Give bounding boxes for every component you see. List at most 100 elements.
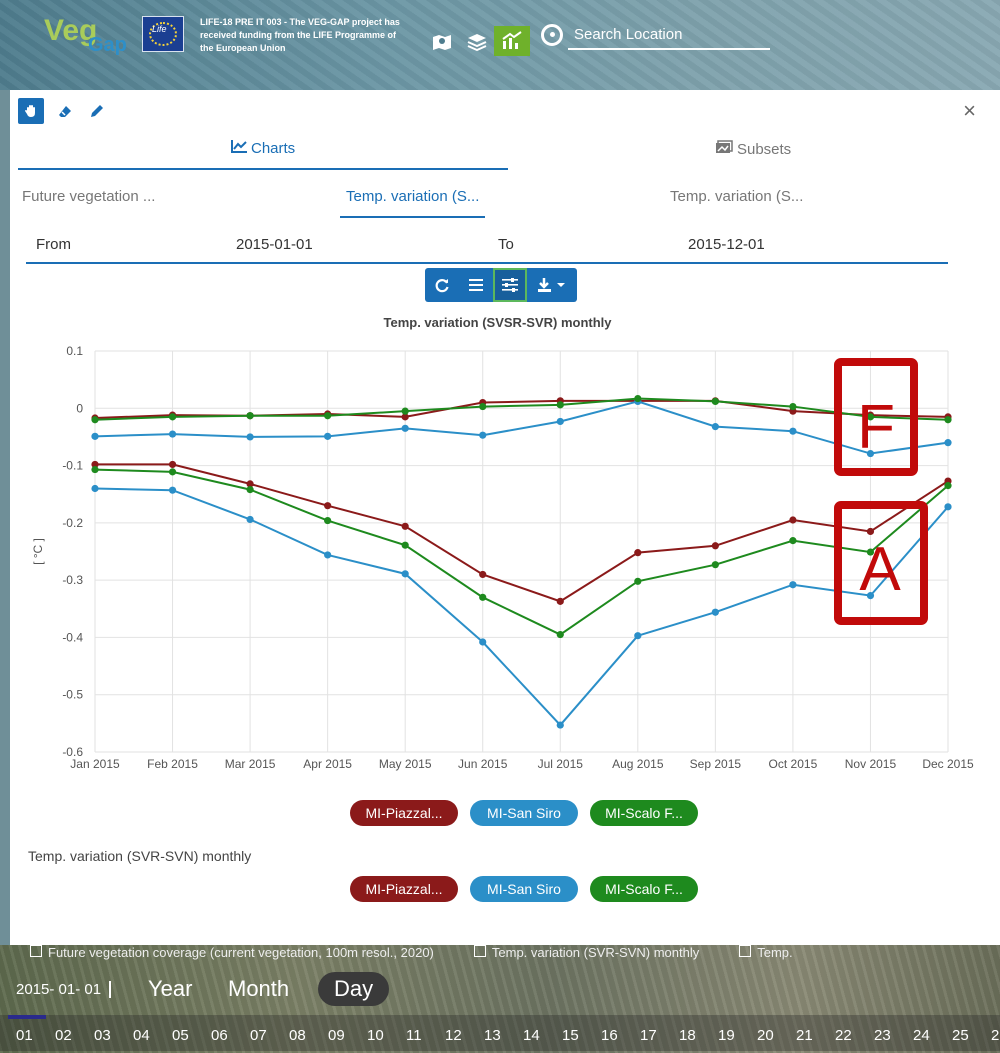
legend-item-mi-san-siro[interactable]: MI-San Siro bbox=[470, 800, 578, 826]
timeline-day-07[interactable]: 07 bbox=[250, 1027, 267, 1044]
timeline-day-20[interactable]: 20 bbox=[757, 1027, 774, 1044]
tab-subsets[interactable]: Subsets bbox=[508, 140, 998, 170]
y-axis-label: [ °C ] bbox=[31, 538, 45, 565]
timeline-day-21[interactable]: 21 bbox=[796, 1027, 813, 1044]
timeline-day-03[interactable]: 03 bbox=[94, 1027, 111, 1044]
timeline-day-06[interactable]: 06 bbox=[211, 1027, 228, 1044]
from-date-input[interactable]: 2015-01-01 bbox=[236, 236, 313, 253]
series-point-2-10 bbox=[866, 413, 875, 421]
series-point-1-10 bbox=[866, 449, 875, 458]
series-point-1-2 bbox=[246, 433, 254, 441]
timeline-day-12[interactable]: 12 bbox=[445, 1027, 462, 1044]
layer-item-temp-variation[interactable]: Temp. variation (SVR-SVN) monthly bbox=[474, 945, 699, 963]
series-point-5-1 bbox=[168, 486, 177, 494]
timeline-day-24[interactable]: 24 bbox=[913, 1027, 930, 1044]
layer-list: Future vegetation coverage (current vege… bbox=[30, 945, 793, 963]
eraser-icon[interactable] bbox=[52, 98, 78, 124]
series-point-3-1 bbox=[168, 460, 177, 469]
timeline-month-button[interactable]: Month bbox=[212, 972, 305, 1006]
series-point-2-6 bbox=[556, 401, 564, 409]
timeline-day-14[interactable]: 14 bbox=[523, 1027, 540, 1044]
timeline-day-09[interactable]: 09 bbox=[328, 1027, 345, 1044]
series-point-1-11 bbox=[944, 439, 952, 447]
chart-line-icon bbox=[230, 140, 251, 157]
pencil-icon[interactable] bbox=[84, 98, 110, 124]
legend2-item-mi-piazzale[interactable]: MI-Piazzal... bbox=[350, 876, 458, 902]
series-point-2-7 bbox=[634, 394, 642, 403]
series-point-5-11 bbox=[944, 503, 952, 511]
timeline-day-08[interactable]: 08 bbox=[289, 1027, 306, 1044]
timeline-day-02[interactable]: 02 bbox=[55, 1027, 72, 1044]
legend2-item-mi-san-siro[interactable]: MI-San Siro bbox=[470, 876, 578, 902]
timeline-day-11[interactable]: 11 bbox=[406, 1027, 422, 1044]
series-point-3-5 bbox=[479, 570, 487, 579]
series-point-5-7 bbox=[634, 632, 642, 640]
x-tick-label: May 2015 bbox=[379, 757, 432, 771]
y-tick-label: -0.1 bbox=[62, 459, 83, 473]
close-panel-button[interactable]: × bbox=[963, 98, 976, 124]
subtab-temp-variation-svr[interactable]: Temp. variation (S... bbox=[670, 188, 803, 218]
chart-icon[interactable] bbox=[494, 26, 530, 56]
timeline-day-18[interactable]: 18 bbox=[679, 1027, 696, 1044]
subtab-temp-variation-svsr[interactable]: Temp. variation (S... bbox=[340, 188, 486, 218]
timeline-day-button[interactable]: Day bbox=[318, 972, 390, 1006]
hand-icon[interactable] bbox=[18, 98, 44, 124]
timeline-day-25[interactable]: 25 bbox=[952, 1027, 969, 1044]
timeline-day-26[interactable]: 26 bbox=[991, 1027, 1000, 1044]
sliders-icon[interactable] bbox=[493, 268, 527, 302]
timeline-day-23[interactable]: 23 bbox=[874, 1027, 891, 1044]
x-tick-label: Aug 2015 bbox=[612, 757, 664, 771]
subtab-future-vegetation[interactable]: Future vegetation ... bbox=[22, 188, 155, 218]
series-point-1-6 bbox=[556, 417, 564, 426]
timeline-day-15[interactable]: 15 bbox=[562, 1027, 579, 1044]
tab-charts[interactable]: Charts bbox=[18, 140, 508, 170]
timeline-day-22[interactable]: 22 bbox=[835, 1027, 852, 1044]
to-date-input[interactable]: 2015-12-01 bbox=[688, 236, 765, 253]
menu-icon[interactable] bbox=[459, 268, 493, 302]
timeline-day-17[interactable]: 17 bbox=[640, 1027, 657, 1044]
timeline-day-16[interactable]: 16 bbox=[601, 1027, 618, 1044]
timeline-year-button[interactable]: Year bbox=[132, 972, 208, 1006]
legend-item-mi-piazzale[interactable]: MI-Piazzal... bbox=[350, 800, 458, 826]
series-point-4-4 bbox=[401, 541, 409, 549]
series-point-1-8 bbox=[711, 423, 719, 431]
veg-gap-logo[interactable]: Veg Gap bbox=[10, 6, 140, 66]
refresh-icon[interactable] bbox=[425, 268, 459, 302]
timeline-day-13[interactable]: 13 bbox=[484, 1027, 501, 1044]
series-point-3-6 bbox=[556, 597, 564, 605]
series-point-4-6 bbox=[556, 630, 564, 639]
series-point-3-8 bbox=[711, 542, 719, 550]
timeline-day-01[interactable]: 01 bbox=[16, 1027, 33, 1044]
download-icon[interactable] bbox=[527, 268, 577, 302]
series-point-5-8 bbox=[711, 608, 719, 616]
series-line-4 bbox=[94, 468, 949, 636]
location-search-icon[interactable] bbox=[541, 24, 563, 46]
search-location-input[interactable] bbox=[568, 20, 770, 50]
timeline-day-05[interactable]: 05 bbox=[172, 1027, 189, 1044]
timeline-bar: Future vegetation coverage (current vege… bbox=[0, 945, 1000, 1053]
x-tick-label: Jul 2015 bbox=[538, 757, 584, 771]
series-point-4-8 bbox=[711, 561, 719, 569]
legend2-item-mi-scalo[interactable]: MI-Scalo F... bbox=[590, 876, 698, 902]
timeline-day-19[interactable]: 19 bbox=[718, 1027, 735, 1044]
timeline-day-10[interactable]: 10 bbox=[367, 1027, 384, 1044]
series-point-4-1 bbox=[168, 468, 177, 476]
legend-item-mi-scalo[interactable]: MI-Scalo F... bbox=[590, 800, 698, 826]
timeline-day-04[interactable]: 04 bbox=[133, 1027, 150, 1044]
layers-icon[interactable] bbox=[465, 30, 489, 54]
y-tick-label: -0.5 bbox=[62, 688, 83, 702]
series-point-1-9 bbox=[789, 427, 797, 435]
day-marker bbox=[8, 1015, 46, 1019]
tab-charts-label: Charts bbox=[250, 140, 296, 157]
layer-item-future-vegetation[interactable]: Future vegetation coverage (current vege… bbox=[30, 945, 434, 963]
series-point-2-9 bbox=[789, 402, 797, 411]
series-point-4-7 bbox=[634, 577, 642, 585]
y-tick-label: -0.2 bbox=[62, 516, 83, 530]
series-point-2-11 bbox=[944, 416, 952, 424]
series-point-4-5 bbox=[479, 593, 487, 601]
to-label: To bbox=[498, 236, 514, 253]
series-point-2-1 bbox=[168, 413, 177, 421]
map-icon[interactable] bbox=[430, 30, 454, 54]
layer-item-temp[interactable]: Temp. bbox=[739, 945, 792, 963]
x-tick-label: Jan 2015 bbox=[70, 757, 120, 771]
